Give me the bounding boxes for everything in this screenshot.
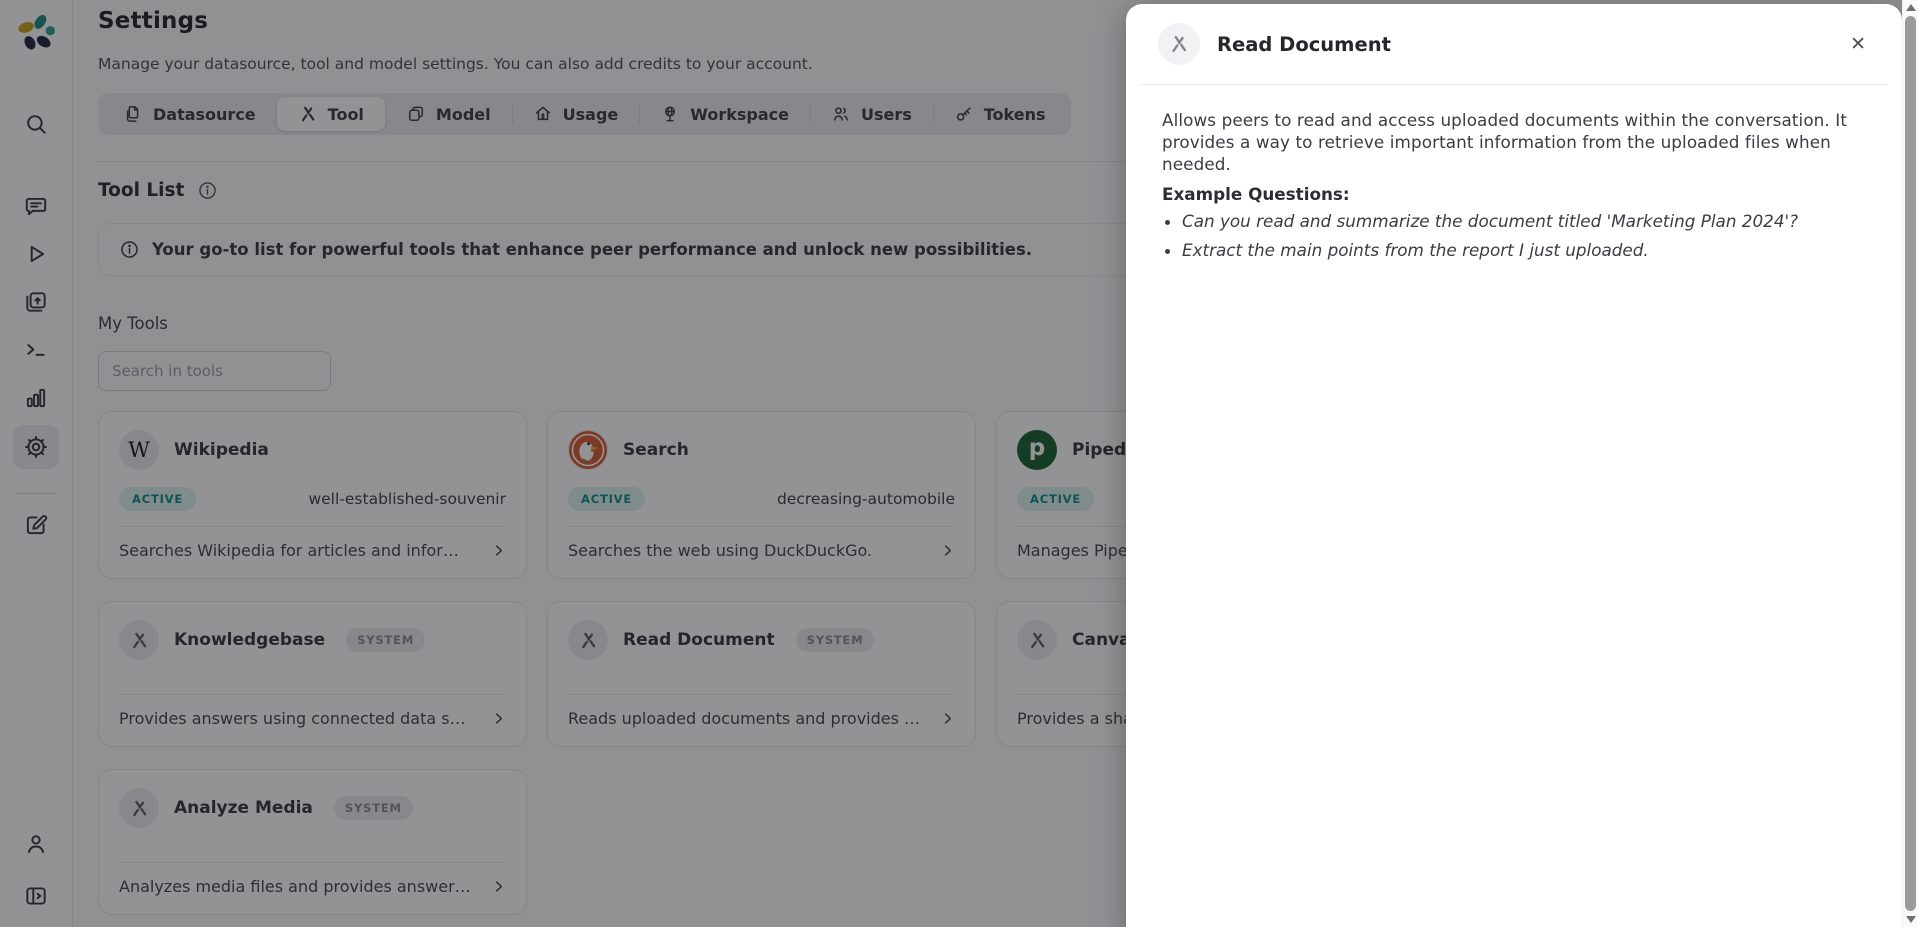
scroll-up-arrow-icon[interactable] [1906,4,1916,11]
drawer-header: Read Document ✕ [1126,4,1902,84]
page-scrollbar[interactable] [1902,0,1918,927]
example-question: Extract the main points from the report … [1182,240,1862,260]
example-questions-heading: Example Questions: [1162,184,1868,204]
scroll-down-arrow-icon[interactable] [1906,916,1916,923]
tool-detail-description: Allows peers to read and access uploaded… [1162,109,1862,175]
tool-detail-drawer: Read Document ✕ Allows peers to read and… [1126,4,1902,927]
drawer-body: Allows peers to read and access uploaded… [1126,85,1902,260]
example-questions-list: Can you read and summarize the document … [1162,211,1862,260]
close-icon[interactable]: ✕ [1846,31,1870,58]
system-tool-icon [1158,23,1200,65]
scrollbar-thumb[interactable] [1905,16,1916,911]
example-question: Can you read and summarize the document … [1182,211,1862,231]
drawer-title: Read Document [1217,33,1391,56]
